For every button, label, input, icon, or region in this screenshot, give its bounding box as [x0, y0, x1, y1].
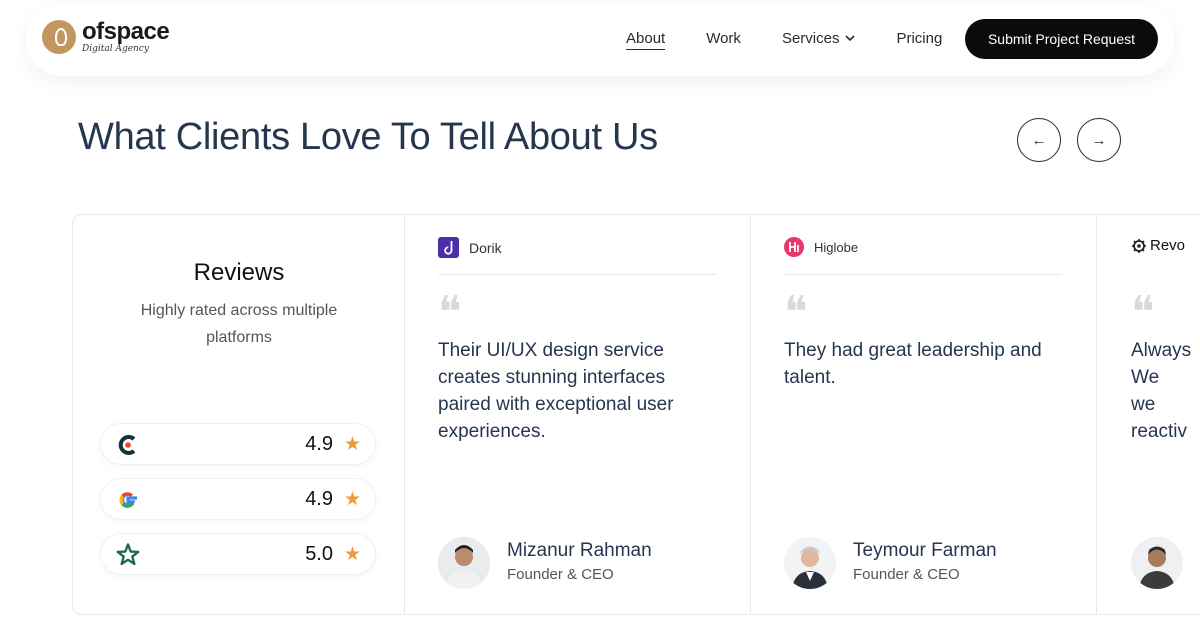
google-icon	[119, 492, 137, 508]
nav-about[interactable]: About	[626, 30, 665, 47]
reviewer-name: Mizanur Rahman	[507, 540, 652, 561]
divider	[784, 274, 1062, 275]
avatar	[784, 537, 836, 589]
rating-google[interactable]: 4.9 ★	[100, 478, 376, 520]
main-nav: About Work Services Pricing	[626, 30, 983, 47]
reviews-summary: Reviews Highly rated across multiple pla…	[73, 215, 405, 614]
reviewer-role: Founder & CEO	[507, 566, 614, 583]
company-brand: Revo	[1131, 237, 1185, 254]
brand-logo[interactable]: ofspace Digital Agency	[42, 18, 170, 54]
testimonials-panel: Reviews Highly rated across multiple pla…	[72, 214, 1200, 615]
star-outline-icon	[116, 543, 140, 566]
company-name: Dorik	[469, 239, 502, 256]
testimonial-card: Revo ❝ Always We we reactiv	[1097, 215, 1200, 614]
rating-score: 4.9	[305, 433, 333, 455]
company-brand: Higlobe	[784, 237, 858, 257]
rating-score: 5.0	[305, 543, 333, 565]
nav-work[interactable]: Work	[706, 30, 741, 47]
arrow-left-icon: ←	[1031, 131, 1047, 149]
testimonial-card: Higlobe ❝ They had great leadership and …	[751, 215, 1097, 614]
quote-mark-icon: ❝	[1131, 287, 1155, 338]
top-navbar: ofspace Digital Agency About Work Servic…	[26, 4, 1174, 76]
section-headline: What Clients Love To Tell About Us	[78, 116, 658, 158]
nav-services[interactable]: Services	[782, 30, 856, 47]
logo-mark-icon	[42, 20, 76, 54]
higlobe-logo-icon	[784, 237, 804, 257]
avatar	[438, 537, 490, 589]
next-arrow-button[interactable]: →	[1077, 118, 1121, 162]
company-name: Revo	[1150, 237, 1186, 254]
quote-mark-icon: ❝	[438, 287, 462, 338]
nav-pricing[interactable]: Pricing	[896, 30, 942, 47]
testimonial-quote: Always We we reactiv	[1131, 340, 1192, 442]
rating-review-platform[interactable]: 5.0 ★	[100, 533, 376, 575]
rating-score: 4.9	[305, 488, 333, 510]
reviews-subtitle: Highly rated across multiple platforms	[140, 302, 338, 346]
revo-logo-icon	[1132, 238, 1146, 253]
company-brand: Dorik	[438, 237, 502, 258]
reviews-title: Reviews	[193, 259, 285, 286]
divider	[438, 274, 716, 275]
rating-clutch[interactable]: 4.9 ★	[100, 423, 376, 465]
avatar	[1131, 537, 1183, 589]
testimonial-card: Dorik ❝ Their UI/UX design service creat…	[405, 215, 751, 614]
reviewer-name: Teymour Farman	[853, 540, 997, 561]
star-icon: ★	[343, 489, 361, 510]
dorik-logo-icon	[438, 237, 459, 258]
star-icon: ★	[343, 544, 361, 565]
prev-arrow-button[interactable]: ←	[1017, 118, 1061, 162]
testimonial-quote: They had great leadership and talent.	[784, 340, 1042, 388]
company-name: Higlobe	[814, 239, 859, 255]
testimonial-quote: Their UI/UX design service creates stunn…	[438, 340, 674, 442]
reviewer-role: Founder & CEO	[853, 566, 960, 583]
clutch-icon	[118, 435, 136, 455]
submit-project-request-button[interactable]: Submit Project Request	[965, 19, 1158, 59]
brand-name: ofspace	[82, 18, 170, 45]
arrow-right-icon: →	[1091, 131, 1107, 149]
quote-mark-icon: ❝	[784, 287, 808, 338]
brand-tagline: Digital Agency	[82, 44, 149, 54]
nav-services-label: Services	[781, 30, 840, 47]
star-icon: ★	[343, 434, 361, 455]
chevron-down-icon	[845, 35, 856, 42]
